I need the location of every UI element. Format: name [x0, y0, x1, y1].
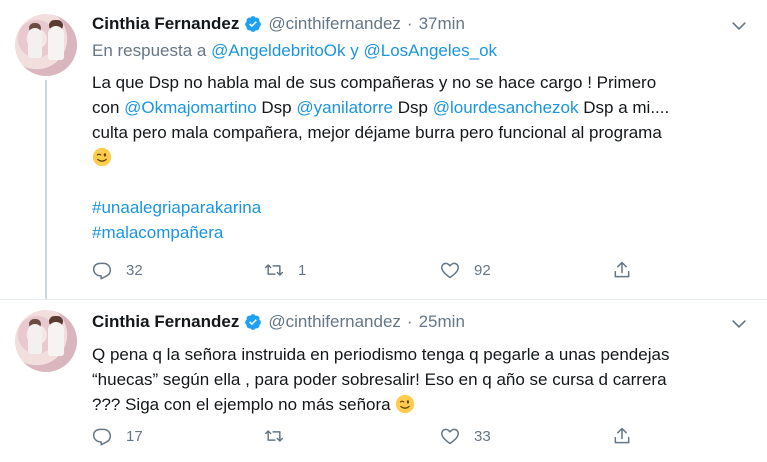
like-icon: [441, 428, 459, 445]
retweet-icon: [264, 264, 284, 276]
verified-badge-icon: [245, 314, 262, 330]
verified-badge-icon: [245, 16, 262, 32]
reply-prefix: En respuesta a: [92, 41, 207, 60]
tweet-header: Cinthia Fernandez @cinthifernandez · 37m…: [92, 14, 465, 34]
text-line: culta pero mala compañera, mejor déjame …: [92, 123, 662, 142]
hashtag-link[interactable]: #unaalegriaparakarina: [92, 198, 261, 217]
text-segment: Dsp: [397, 98, 428, 117]
share-icon: [614, 261, 630, 278]
share-button[interactable]: [612, 426, 646, 446]
reply-icon: [92, 428, 112, 446]
retweet-button[interactable]: [264, 426, 298, 446]
text-line: Q pena q la señora instruida en periodis…: [92, 345, 670, 364]
share-button[interactable]: [612, 260, 646, 280]
share-icon: [614, 427, 630, 444]
mention-link[interactable]: @Okmajomartino: [124, 98, 257, 117]
reply-count: 17: [126, 427, 143, 445]
text-line: [92, 145, 752, 170]
like-button[interactable]: 33: [440, 426, 491, 446]
text-line: La que Dsp no habla mal de sus compañera…: [92, 73, 657, 92]
reply-icon: [92, 262, 112, 280]
mention-link[interactable]: @lourdesanchezok: [433, 98, 579, 117]
separator-dot: ·: [406, 14, 413, 33]
author-handle[interactable]: @cinthifernandez: [268, 14, 401, 34]
separator-dot: ·: [406, 312, 413, 331]
avatar[interactable]: [15, 14, 77, 76]
text-line: con @Okmajomartino Dsp @yanilatorre Dsp …: [92, 95, 752, 120]
reply-mention[interactable]: @LosAngeles_ok: [364, 41, 498, 60]
reply-mention[interactable]: @AngeldebritoOk: [211, 41, 345, 60]
text-segment: con: [92, 98, 120, 117]
tweet[interactable]: Cinthia Fernandez @cinthifernandez · 25m…: [0, 300, 767, 462]
timestamp[interactable]: 37min: [419, 14, 465, 34]
author-name[interactable]: Cinthia Fernandez: [92, 14, 239, 34]
retweet-icon: [264, 430, 284, 442]
like-count: 33: [474, 427, 491, 445]
text-line: ??? Siga con el ejemplo no más señora: [92, 392, 752, 417]
winking-face-icon: [92, 147, 112, 167]
like-button[interactable]: 92: [440, 260, 491, 280]
text-line: “huecas” según ella , para poder sobresa…: [92, 370, 667, 389]
tweet-header: Cinthia Fernandez @cinthifernandez · 25m…: [92, 312, 465, 332]
author-name[interactable]: Cinthia Fernandez: [92, 312, 239, 332]
retweet-button[interactable]: 1: [264, 260, 306, 280]
retweet-count: 1: [298, 261, 307, 279]
author-handle[interactable]: @cinthifernandez: [268, 312, 401, 332]
reply-button[interactable]: 17: [92, 426, 143, 446]
thread-line: [45, 80, 47, 300]
tweet[interactable]: Cinthia Fernandez @cinthifernandez · 37m…: [0, 0, 767, 300]
text-segment: Dsp a mi....: [583, 98, 670, 117]
like-icon: [441, 262, 459, 279]
tweet-actions: 17 33: [92, 426, 652, 450]
tweet-text: La que Dsp no habla mal de sus compañera…: [92, 70, 752, 245]
chevron-down-icon[interactable]: [729, 16, 749, 36]
reply-context: En respuesta a @AngeldebritoOk y @LosAng…: [92, 41, 497, 61]
text-segment: ??? Siga con el ejemplo no más señora: [92, 395, 391, 414]
mention-link[interactable]: @yanilatorre: [296, 98, 393, 117]
avatar[interactable]: [15, 310, 77, 372]
text-segment: Dsp: [261, 98, 292, 117]
hashtag-link[interactable]: #malacompañera: [92, 223, 223, 242]
winking-face-icon: [396, 394, 415, 414]
like-count: 92: [474, 261, 491, 279]
tweet-actions: 32 1 92: [92, 260, 652, 284]
chevron-down-icon[interactable]: [729, 314, 749, 334]
tweet-text: Q pena q la señora instruida en periodis…: [92, 342, 752, 417]
reply-count: 32: [126, 261, 143, 279]
reply-button[interactable]: 32: [92, 260, 143, 280]
reply-joiner: y: [350, 41, 359, 60]
timestamp[interactable]: 25min: [419, 312, 465, 332]
